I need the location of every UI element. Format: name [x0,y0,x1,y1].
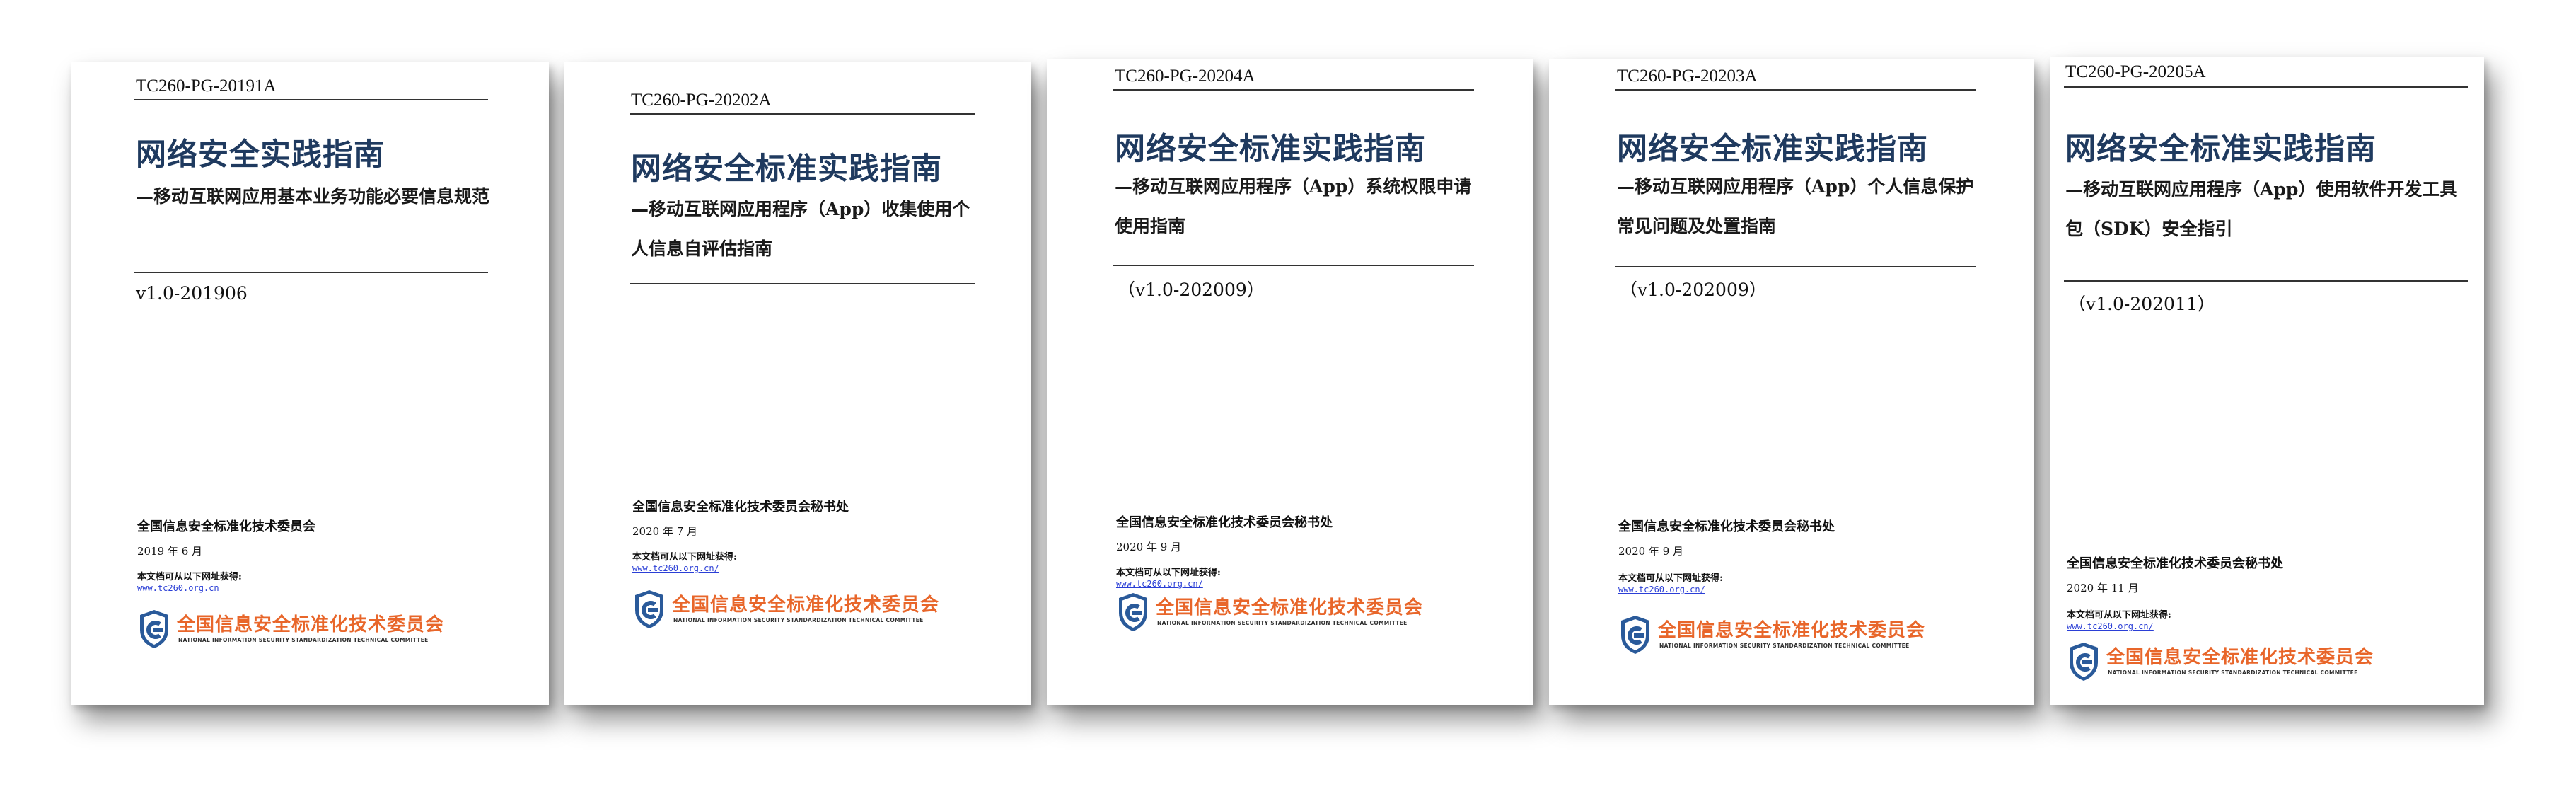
tc260-shield-emblem-icon [635,590,663,628]
version-label: （v1.0-202009） [1118,280,1265,300]
main-title: 网络安全标准实践指南 [1617,132,1928,167]
publisher-name: 全国信息安全标准化技术委员会秘书处 [632,500,849,514]
guide-cover-1: TC260-PG-20191A 网络安全实践指南 —移动互联网应用基本业务功能必… [71,62,549,705]
tc260-shield-emblem-icon [1621,616,1649,654]
tc260-shield-emblem-icon [140,610,168,648]
logo-name-en: NATIONAL INFORMATION SECURITY STANDARDIZ… [673,617,924,623]
publisher-name: 全国信息安全标准化技术委员会 [137,519,315,534]
sub-title: —移动互联网应用程序（App）系统权限申请使用指南 [1115,176,1472,236]
logo-name-cn: 全国信息安全标准化技术委员会 [2106,647,2374,668]
committee-logo: 全国信息安全标准化技术委员会 NATIONAL INFORMATION SECU… [137,609,443,651]
source-url-link[interactable]: www.tc260.org.cn/ [632,563,719,573]
availability-note: 本文档可从以下网址获得: [137,572,242,582]
guide-cover-2: TC260-PG-20202A 网络安全标准实践指南 —移动互联网应用程序（Ap… [564,62,1031,705]
logo-name-cn: 全国信息安全标准化技术委员会 [177,614,445,635]
logo-name-en: NATIONAL INFORMATION SECURITY STANDARDIZ… [178,637,429,643]
availability-note: 本文档可从以下网址获得: [632,552,737,563]
source-url-link[interactable]: www.tc260.org.cn/ [1618,585,1705,594]
logo-name-en: NATIONAL INFORMATION SECURITY STANDARDIZ… [1157,620,1408,626]
version-label: （v1.0-202009） [1620,280,1767,300]
committee-logo: 全国信息安全标准化技术委员会 NATIONAL INFORMATION SECU… [632,589,939,631]
header-rule [1113,89,1474,91]
version-label: v1.0-201906 [136,283,248,304]
tc260-shield-emblem-icon [1119,593,1147,631]
logo-name-en: NATIONAL INFORMATION SECURITY STANDARDIZ… [1659,643,1910,649]
header-rule [134,99,488,100]
publisher-name: 全国信息安全标准化技术委员会秘书处 [2067,556,2283,571]
publish-date: 2020 年 7 月 [632,525,698,538]
header-rule [630,113,975,115]
title-rule [134,272,488,273]
header-rule [1615,89,1976,91]
title-rule [1113,265,1474,266]
main-title: 网络安全标准实践指南 [1115,132,1426,167]
document-id: TC260-PG-20204A [1115,67,1255,86]
source-url-link[interactable]: www.tc260.org.cn/ [2067,621,2154,631]
committee-logo: 全国信息安全标准化技术委员会 NATIONAL INFORMATION SECU… [1618,614,1925,657]
document-id: TC260-PG-20191A [136,76,277,96]
document-id: TC260-PG-20205A [2065,62,2206,81]
publish-date: 2020 年 9 月 [1116,541,1182,553]
document-id: TC260-PG-20202A [631,91,772,110]
publisher-name: 全国信息安全标准化技术委员会秘书处 [1116,515,1333,530]
guide-cover-5: TC260-PG-20205A 网络安全标准实践指南 —移动互联网应用程序（Ap… [2050,57,2484,705]
committee-logo: 全国信息安全标准化技术委员会 NATIONAL INFORMATION SECU… [1116,592,1422,634]
logo-name-cn: 全国信息安全标准化技术委员会 [1658,620,1926,641]
source-url-link[interactable]: www.tc260.org.cn [137,583,219,593]
guide-cover-4: TC260-PG-20203A 网络安全标准实践指南 —移动互联网应用程序（Ap… [1549,59,2034,705]
main-title: 网络安全标准实践指南 [2065,132,2377,167]
logo-name-cn: 全国信息安全标准化技术委员会 [672,594,940,616]
publisher-name: 全国信息安全标准化技术委员会秘书处 [1618,519,1835,534]
version-label: （v1.0-202011） [2068,294,2215,314]
logo-name-cn: 全国信息安全标准化技术委员会 [1156,597,1424,618]
guide-cover-3: TC260-PG-20204A 网络安全标准实践指南 —移动互联网应用程序（Ap… [1047,59,1533,705]
sub-title: —移动互联网应用基本业务功能必要信息规范 [136,186,490,207]
publish-date: 2020 年 11 月 [2067,582,2139,594]
title-rule [630,283,975,284]
logo-name-en: NATIONAL INFORMATION SECURITY STANDARDIZ… [2108,669,2358,676]
sub-title: —移动互联网应用程序（App）收集使用个人信息自评估指南 [631,199,970,259]
main-title: 网络安全实践指南 [136,137,385,173]
availability-note: 本文档可从以下网址获得: [1618,573,1723,584]
publish-date: 2019 年 6 月 [137,545,203,558]
title-rule [2064,280,2468,282]
availability-note: 本文档可从以下网址获得: [1116,568,1221,578]
tc260-shield-emblem-icon [2070,643,2098,681]
availability-note: 本文档可从以下网址获得: [2067,610,2171,621]
header-rule [2064,86,2468,88]
source-url-link[interactable]: www.tc260.org.cn/ [1116,579,1203,589]
sub-title: —移动互联网应用程序（App）个人信息保护常见问题及处置指南 [1617,176,1974,236]
committee-logo: 全国信息安全标准化技术委员会 NATIONAL INFORMATION SECU… [2067,641,2373,684]
main-title: 网络安全标准实践指南 [631,151,942,187]
document-id: TC260-PG-20203A [1617,67,1758,86]
title-rule [1615,266,1976,267]
sub-title: —移动互联网应用程序（App）使用软件开发工具包（SDK）安全指引 [2065,179,2458,239]
publish-date: 2020 年 9 月 [1618,545,1684,558]
